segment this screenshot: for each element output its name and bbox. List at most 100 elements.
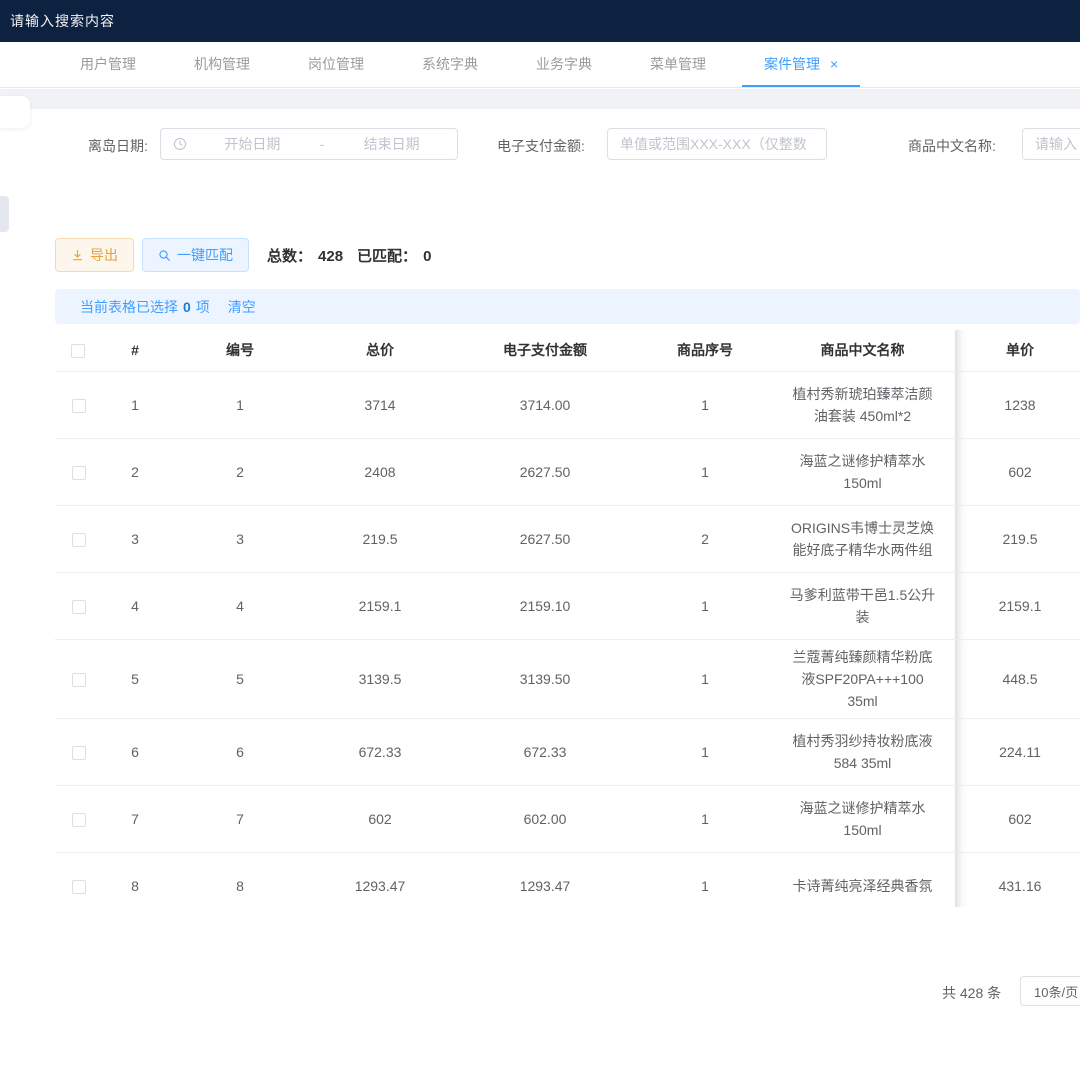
cell-code: 4 bbox=[170, 572, 310, 639]
tab-bar: 用户管理 机构管理 岗位管理 系统字典 业务字典 bbox=[0, 42, 1080, 88]
amount-input[interactable] bbox=[608, 129, 826, 159]
table-row: 1 1 3714 3714.00 1 植村秀新琥珀臻萃洁颜油套装 450ml*2… bbox=[55, 371, 1080, 438]
date-range-picker[interactable]: 开始日期 - 结束日期 bbox=[160, 128, 458, 160]
tab[interactable]: 系统字典 bbox=[400, 42, 500, 87]
row-checkbox[interactable] bbox=[72, 880, 86, 894]
row-checkbox[interactable] bbox=[72, 466, 86, 480]
cell-index: 8 bbox=[100, 852, 170, 907]
collapsed-panel-notch bbox=[0, 96, 30, 128]
clock-icon bbox=[173, 137, 187, 151]
cell-unit-price: 219.5 bbox=[955, 505, 1080, 572]
cell-index: 6 bbox=[100, 718, 170, 785]
tab-label: 系统字典 bbox=[422, 54, 478, 74]
tab-label: 岗位管理 bbox=[308, 54, 364, 74]
cell-product-name: 植村秀新琥珀臻萃洁颜油套装 450ml*2 bbox=[770, 371, 955, 438]
cell-index: 4 bbox=[100, 572, 170, 639]
tab[interactable]: 机构管理 bbox=[172, 42, 272, 87]
row-checkbox-cell bbox=[55, 785, 100, 852]
cell-product-name: 植村秀羽纱持妆粉底液 584 35ml bbox=[770, 718, 955, 785]
total-value: 428 bbox=[318, 248, 343, 265]
selection-count: 0 bbox=[183, 299, 191, 315]
cell-total: 219.5 bbox=[310, 505, 450, 572]
col-header-total: 总价 bbox=[310, 330, 450, 371]
cell-index: 5 bbox=[100, 639, 170, 718]
amount-input-wrap bbox=[607, 128, 827, 160]
tab-label: 机构管理 bbox=[194, 54, 250, 74]
cell-unit-price: 431.16 bbox=[955, 852, 1080, 907]
product-name-input[interactable] bbox=[1023, 129, 1080, 159]
tab[interactable]: 用户管理 bbox=[58, 42, 158, 87]
row-checkbox[interactable] bbox=[72, 813, 86, 827]
cell-epay: 2627.50 bbox=[450, 438, 640, 505]
cell-seq: 1 bbox=[640, 438, 770, 505]
table-row: 5 5 3139.5 3139.50 1 兰蔻菁纯臻颜精华粉底液SPF20PA+… bbox=[55, 639, 1080, 718]
cell-code: 7 bbox=[170, 785, 310, 852]
table-header-row: # 编号 总价 电子支付金额 商品序号 商品中文名称 单价 bbox=[55, 330, 1080, 371]
match-stats: 总数：428已匹配：0 bbox=[267, 245, 437, 266]
tab-close-icon[interactable]: × bbox=[830, 57, 838, 71]
tab[interactable]: 菜单管理 bbox=[628, 42, 728, 87]
cell-code: 3 bbox=[170, 505, 310, 572]
row-checkbox-cell bbox=[55, 718, 100, 785]
amount-filter-label: 电子支付金额: bbox=[497, 136, 585, 156]
table-row: 3 3 219.5 2627.50 2 ORIGINS韦博士灵芝焕能好底子精华水… bbox=[55, 505, 1080, 572]
date-separator: - bbox=[318, 136, 327, 152]
global-search-input[interactable]: 请输入搜索内容 bbox=[10, 11, 115, 31]
row-checkbox-cell bbox=[55, 505, 100, 572]
col-header-epay: 电子支付金额 bbox=[450, 330, 640, 371]
row-checkbox[interactable] bbox=[72, 399, 86, 413]
col-header-name: 商品中文名称 bbox=[770, 330, 955, 371]
selection-suffix: 项 bbox=[196, 297, 210, 317]
cell-code: 1 bbox=[170, 371, 310, 438]
cell-index: 7 bbox=[100, 785, 170, 852]
selection-prefix: 当前表格已选择 bbox=[80, 297, 178, 317]
cell-total: 3139.5 bbox=[310, 639, 450, 718]
cell-product-name: 卡诗菁纯亮泽经典香氛 bbox=[770, 852, 955, 907]
cell-epay: 672.33 bbox=[450, 718, 640, 785]
row-checkbox-cell bbox=[55, 572, 100, 639]
table-row: 8 8 1293.47 1293.47 1 卡诗菁纯亮泽经典香氛 431.16 bbox=[55, 852, 1080, 907]
clear-selection-link[interactable]: 清空 bbox=[228, 297, 256, 317]
row-checkbox[interactable] bbox=[72, 673, 86, 687]
cell-product-name: 海蓝之谜修护精萃水 150ml bbox=[770, 438, 955, 505]
collapsed-handle[interactable] bbox=[0, 196, 9, 232]
tab[interactable]: 案件管理 × bbox=[742, 42, 860, 87]
col-header-unit: 单价 bbox=[955, 330, 1080, 371]
row-checkbox[interactable] bbox=[72, 533, 86, 547]
cell-seq: 1 bbox=[640, 371, 770, 438]
row-checkbox[interactable] bbox=[72, 600, 86, 614]
export-button[interactable]: 导出 bbox=[55, 238, 134, 272]
cell-product-name: 马爹利蓝带干邑1.5公升装 bbox=[770, 572, 955, 639]
results-table: # 编号 总价 电子支付金额 商品序号 商品中文名称 单价 1 1 3714 bbox=[55, 330, 1080, 907]
cell-product-name: ORIGINS韦博士灵芝焕能好底子精华水两件组 bbox=[770, 505, 955, 572]
cell-total: 3714 bbox=[310, 371, 450, 438]
cell-epay: 1293.47 bbox=[450, 852, 640, 907]
cell-code: 8 bbox=[170, 852, 310, 907]
tab-label: 业务字典 bbox=[536, 54, 592, 74]
cell-product-name: 兰蔻菁纯臻颜精华粉底液SPF20PA+++100 35ml bbox=[770, 639, 955, 718]
page-size-select[interactable]: 10条/页 bbox=[1020, 976, 1080, 1006]
cell-index: 3 bbox=[100, 505, 170, 572]
cell-epay: 3714.00 bbox=[450, 371, 640, 438]
row-checkbox-cell bbox=[55, 639, 100, 718]
date-filter-label: 离岛日期: bbox=[88, 136, 148, 156]
cell-total: 2159.1 bbox=[310, 572, 450, 639]
row-checkbox[interactable] bbox=[72, 746, 86, 760]
top-navbar: 请输入搜索内容 bbox=[0, 0, 1080, 42]
cell-seq: 1 bbox=[640, 852, 770, 907]
tab[interactable]: 业务字典 bbox=[514, 42, 614, 87]
product-name-filter-label: 商品中文名称: bbox=[908, 136, 996, 156]
tab[interactable]: 岗位管理 bbox=[286, 42, 386, 87]
row-checkbox-cell bbox=[55, 852, 100, 907]
one-key-match-button[interactable]: 一键匹配 bbox=[142, 238, 249, 272]
table-row: 2 2 2408 2627.50 1 海蓝之谜修护精萃水 150ml 602 bbox=[55, 438, 1080, 505]
cell-total: 672.33 bbox=[310, 718, 450, 785]
cell-seq: 1 bbox=[640, 572, 770, 639]
row-checkbox-cell bbox=[55, 438, 100, 505]
cell-unit-price: 224.11 bbox=[955, 718, 1080, 785]
export-button-label: 导出 bbox=[90, 245, 118, 265]
one-key-match-label: 一键匹配 bbox=[177, 245, 233, 265]
select-all-checkbox[interactable] bbox=[71, 344, 85, 358]
cell-code: 6 bbox=[170, 718, 310, 785]
matched-value: 0 bbox=[423, 248, 431, 265]
